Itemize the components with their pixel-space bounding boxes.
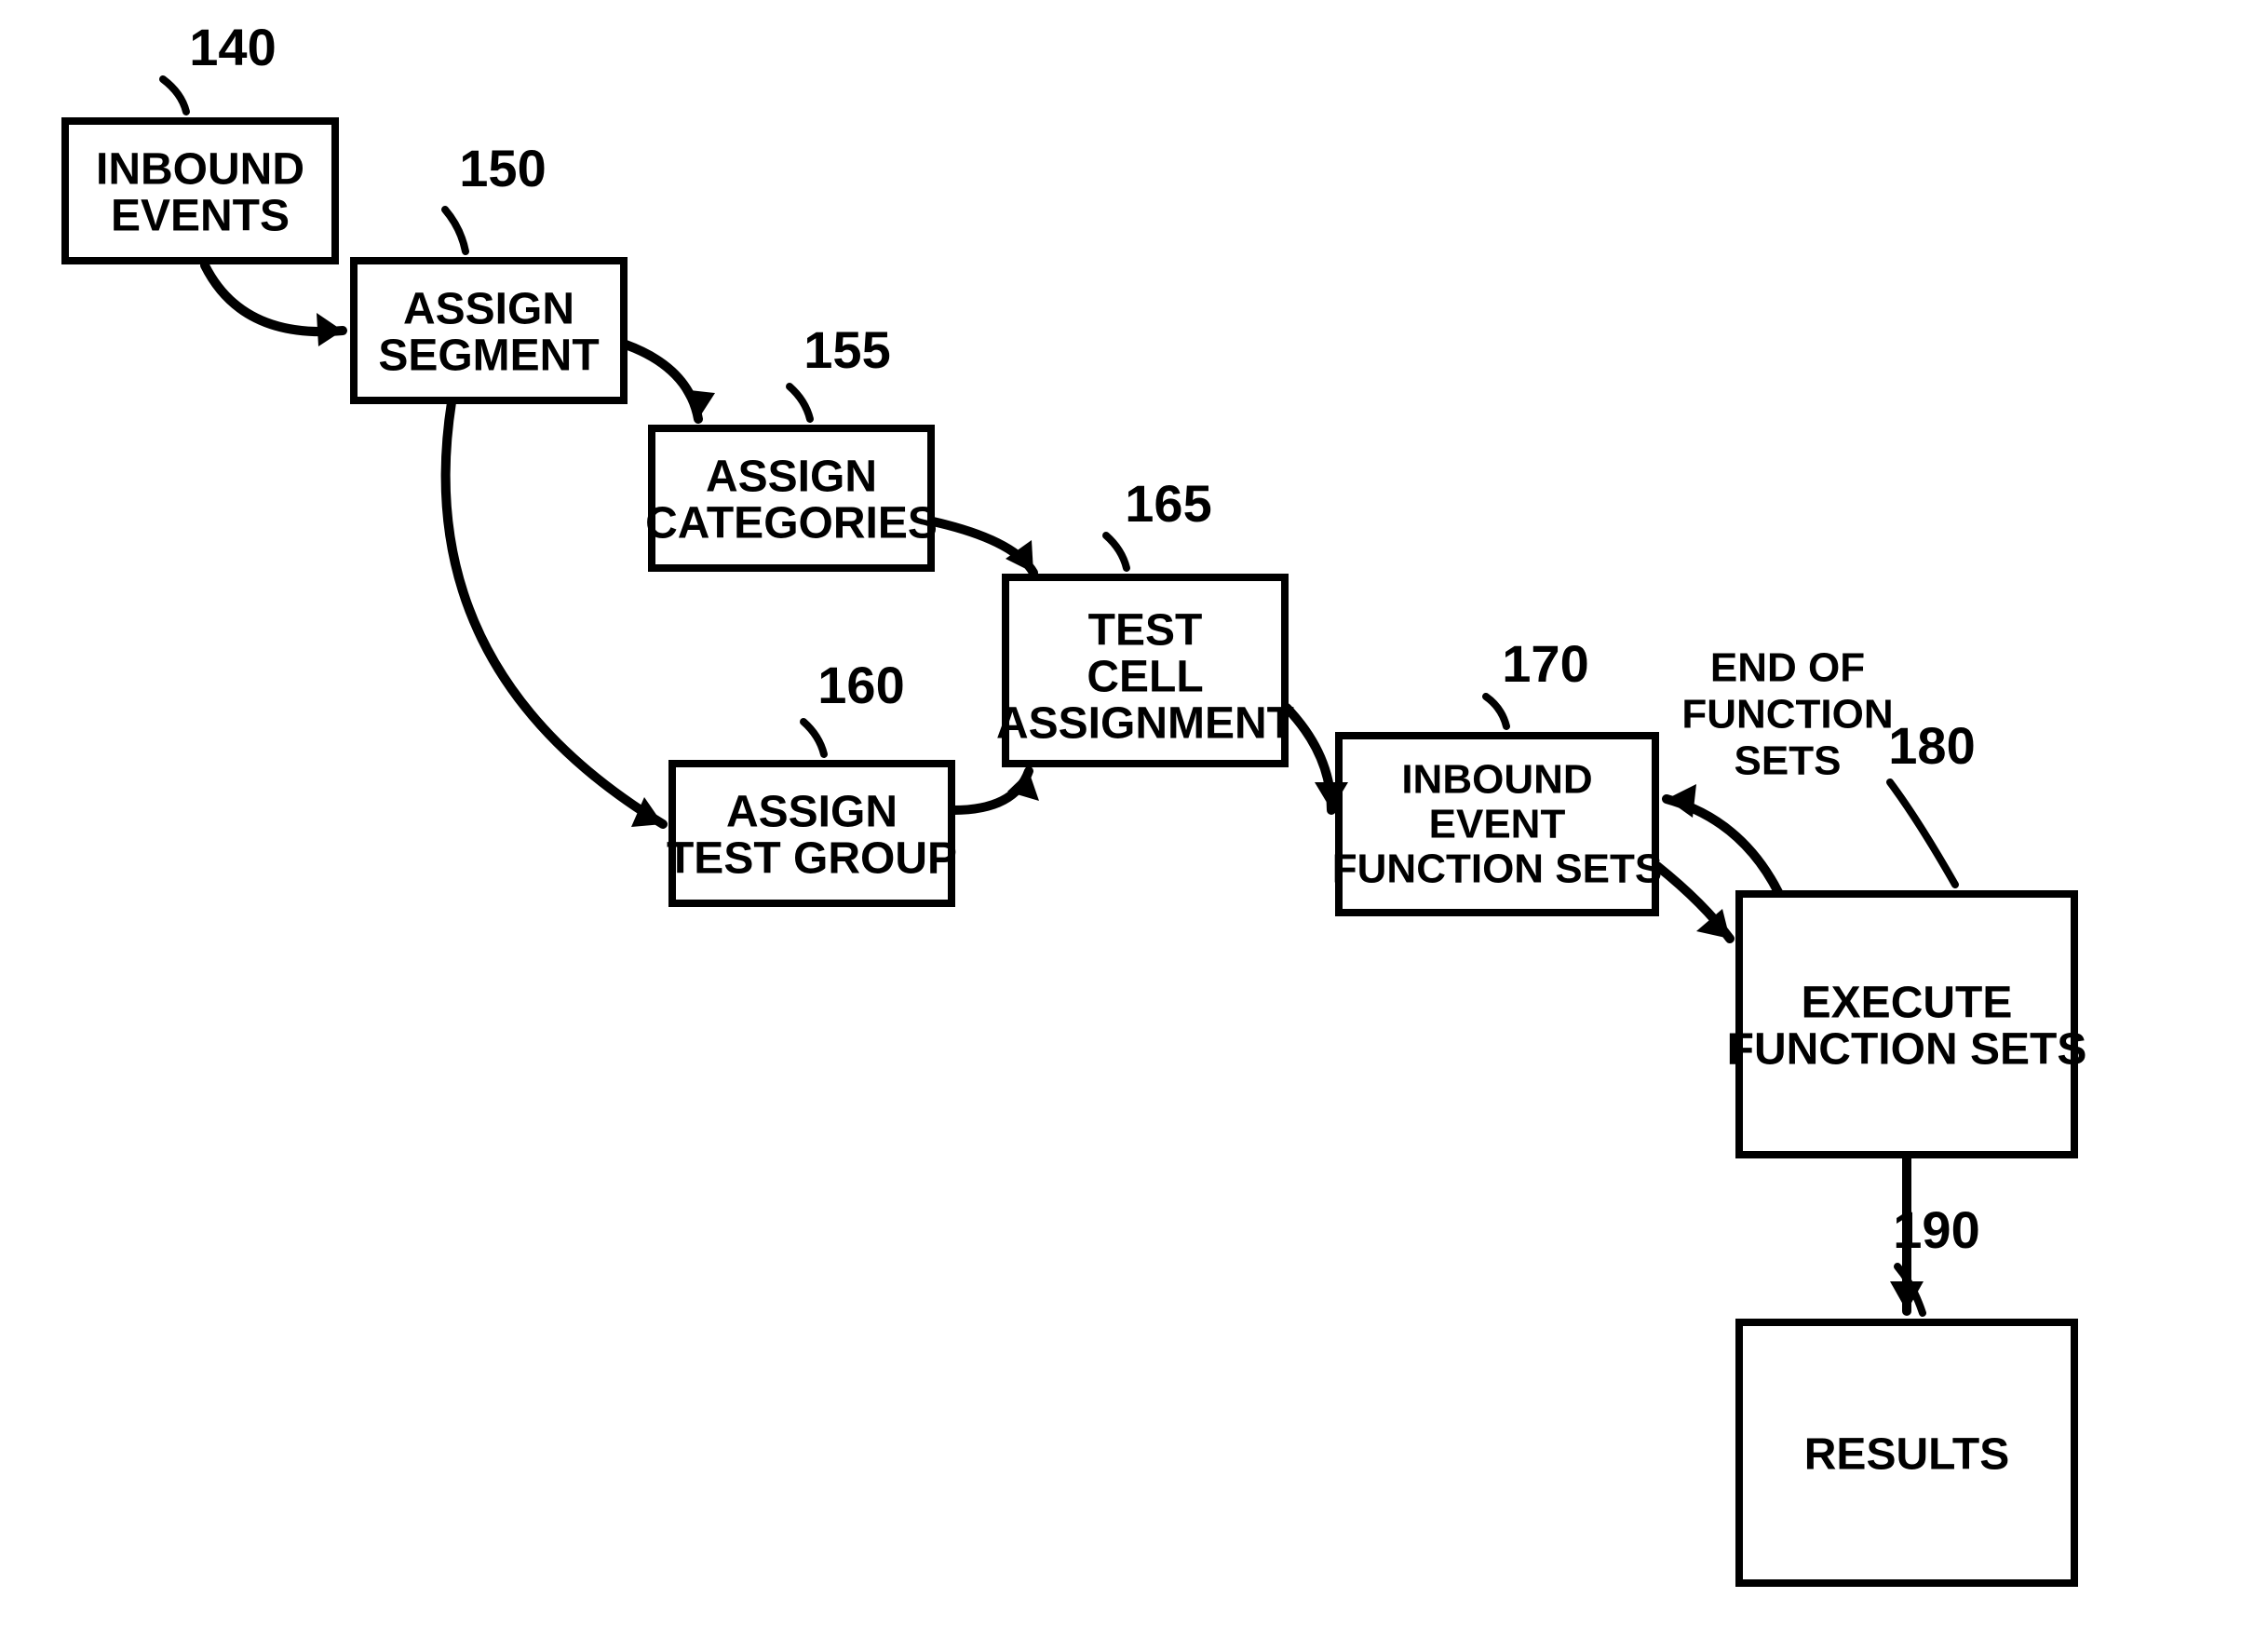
node-ref: 150 <box>459 139 546 197</box>
node-label: TEST GROUP <box>667 834 957 884</box>
svg-text:FUNCTION: FUNCTION <box>1681 692 1893 738</box>
arrow-170-180 <box>1657 866 1730 939</box>
node-label: FUNCTION SETS <box>1332 846 1662 892</box>
node-ref: 170 <box>1502 634 1588 693</box>
arrow-180-170 <box>1667 784 1778 892</box>
node-label: EVENTS <box>111 192 290 241</box>
arrow-155-165 <box>933 521 1033 573</box>
node-label: CATEGORIES <box>645 499 938 548</box>
node-label: RESULTS <box>1804 1430 2009 1480</box>
node-label: CELL <box>1087 653 1203 702</box>
node-label: TEST <box>1088 606 1203 656</box>
node-assign-categories: ASSIGN CATEGORIES 155 <box>645 320 938 568</box>
svg-text:SETS: SETS <box>1735 738 1842 784</box>
node-ref: 165 <box>1125 474 1211 533</box>
node-label: INBOUND <box>1401 757 1592 803</box>
node-test-cell-assignment: TEST CELL ASSIGNMENT 165 <box>996 474 1294 764</box>
node-label: FUNCTION SETS <box>1727 1025 2087 1075</box>
edge-label-end-of-function-sets: END OF FUNCTION SETS <box>1681 645 1893 784</box>
node-ref: 180 <box>1888 716 1975 775</box>
node-ref: 155 <box>803 320 890 379</box>
node-label: EVENT <box>1429 802 1566 847</box>
node-label: ASSIGN <box>726 788 898 837</box>
node-label: INBOUND <box>96 145 304 195</box>
arrow-140-150 <box>205 265 343 346</box>
node-inbound-events: INBOUND EVENTS 140 <box>65 18 335 261</box>
arrow-150-160 <box>446 402 663 827</box>
node-inbound-event-function-sets: INBOUND EVENT FUNCTION SETS 170 <box>1332 634 1662 913</box>
node-assign-test-group: ASSIGN TEST GROUP 160 <box>667 656 957 903</box>
svg-text:END OF: END OF <box>1710 645 1865 691</box>
node-assign-segment: ASSIGN SEGMENT 150 <box>354 139 624 400</box>
flow-diagram: INBOUND EVENTS 140 ASSIGN SEGMENT 150 AS… <box>0 0 2268 1652</box>
node-ref: 140 <box>189 18 276 76</box>
node-ref: 160 <box>817 656 904 714</box>
arrow-150-155 <box>626 345 715 419</box>
node-label: SEGMENT <box>378 332 599 381</box>
node-label: EXECUTE <box>1802 979 2013 1028</box>
node-label: ASSIGN <box>403 285 574 334</box>
node-label: ASSIGNMENT <box>996 699 1294 749</box>
node-label: ASSIGN <box>706 453 877 502</box>
arrow-160-165 <box>953 771 1039 810</box>
